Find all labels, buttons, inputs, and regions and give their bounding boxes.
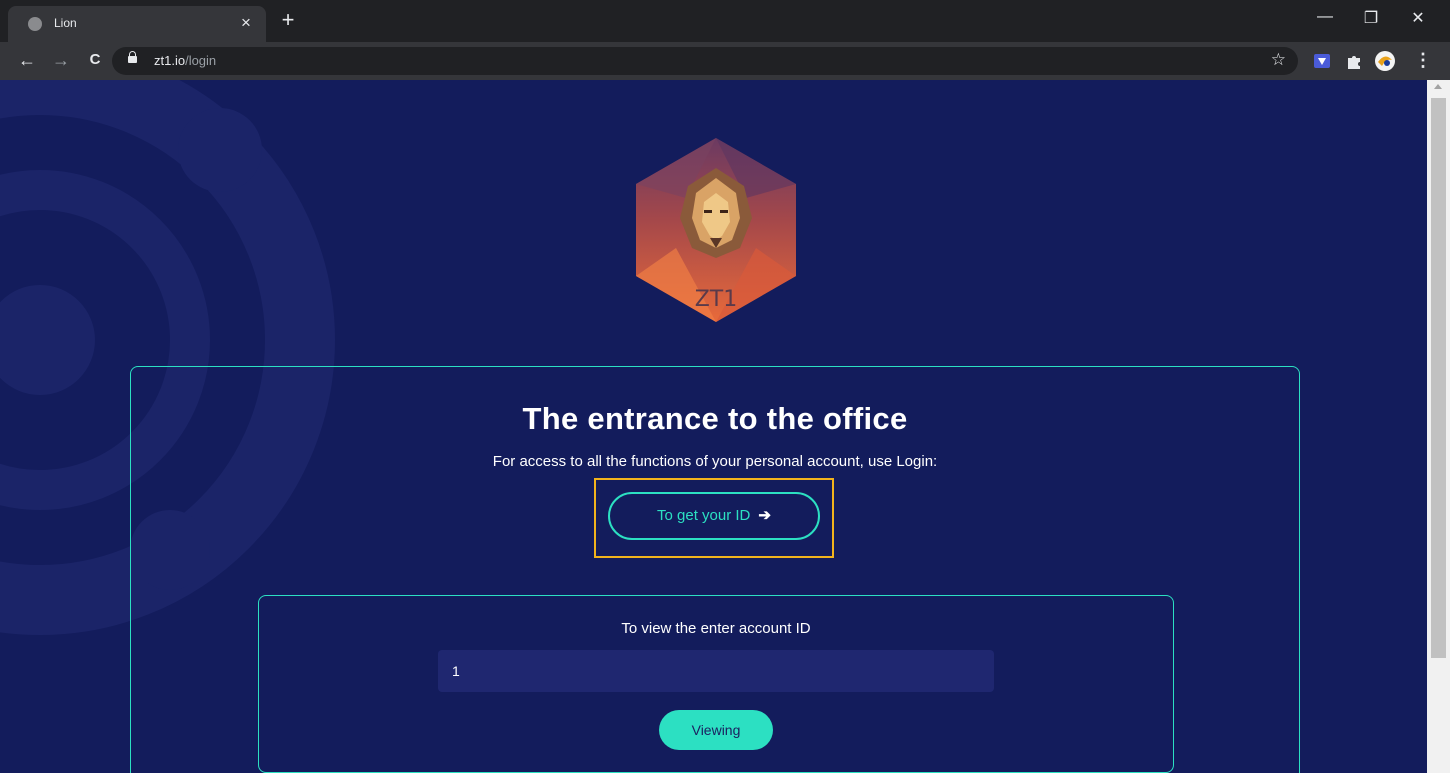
url-domain: zt1.io bbox=[154, 53, 186, 68]
menu-kebab-icon[interactable]: ⋮ bbox=[1412, 50, 1434, 70]
browser-toolbar: ← → C zt1.io/login ☆ ⋮ bbox=[0, 42, 1450, 80]
puzzle-icon[interactable] bbox=[1345, 52, 1363, 70]
extension-icon[interactable] bbox=[1313, 52, 1331, 70]
page-subtitle: For access to all the functions of your … bbox=[492, 453, 938, 470]
tab-close-icon[interactable]: × bbox=[236, 13, 256, 33]
page-scrollbar[interactable] bbox=[1427, 80, 1450, 773]
globe-icon bbox=[28, 17, 42, 31]
login-card: The entrance to the office For access to… bbox=[130, 366, 1300, 773]
browser-tab[interactable]: Lion × bbox=[8, 6, 266, 42]
account-id-input[interactable] bbox=[438, 650, 994, 692]
lock-icon bbox=[128, 51, 137, 63]
new-tab-button[interactable]: + bbox=[276, 9, 300, 31]
viewing-button[interactable]: Viewing bbox=[659, 710, 773, 750]
tab-title: Lion bbox=[54, 16, 77, 30]
browser-tabstrip: Lion × + — ❐ ✕ bbox=[0, 0, 1450, 42]
reload-button[interactable]: C bbox=[84, 50, 106, 70]
url-path: /login bbox=[185, 53, 217, 68]
get-id-button-label: To get your ID bbox=[657, 507, 751, 524]
profile-avatar-icon[interactable] bbox=[1374, 50, 1396, 72]
minimize-button[interactable]: — bbox=[1310, 8, 1340, 26]
address-bar[interactable]: zt1.io/login ☆ bbox=[112, 47, 1298, 75]
page-content: ZT1 The entrance to the office For acces… bbox=[0, 80, 1427, 773]
back-button[interactable]: ← bbox=[16, 50, 38, 70]
forward-button[interactable]: → bbox=[50, 50, 72, 70]
logo-text: ZT1 bbox=[695, 287, 738, 312]
view-account-panel: To view the enter account ID Viewing bbox=[258, 595, 1174, 773]
restore-button[interactable]: ❐ bbox=[1356, 8, 1386, 28]
scrollbar-thumb[interactable] bbox=[1431, 98, 1446, 658]
scroll-up-arrow-icon[interactable] bbox=[1434, 84, 1442, 89]
bookmark-star-icon[interactable]: ☆ bbox=[1271, 50, 1286, 70]
url-text: zt1.io/login bbox=[154, 53, 216, 68]
view-account-title: To view the enter account ID bbox=[621, 620, 811, 637]
window-close-button[interactable]: ✕ bbox=[1403, 8, 1433, 28]
page-title: The entrance to the office bbox=[522, 401, 908, 436]
zt1-lion-logo: ZT1 bbox=[636, 138, 796, 322]
arrow-right-icon: ➔ bbox=[758, 507, 771, 524]
get-id-button[interactable]: To get your ID ➔ bbox=[608, 492, 820, 540]
